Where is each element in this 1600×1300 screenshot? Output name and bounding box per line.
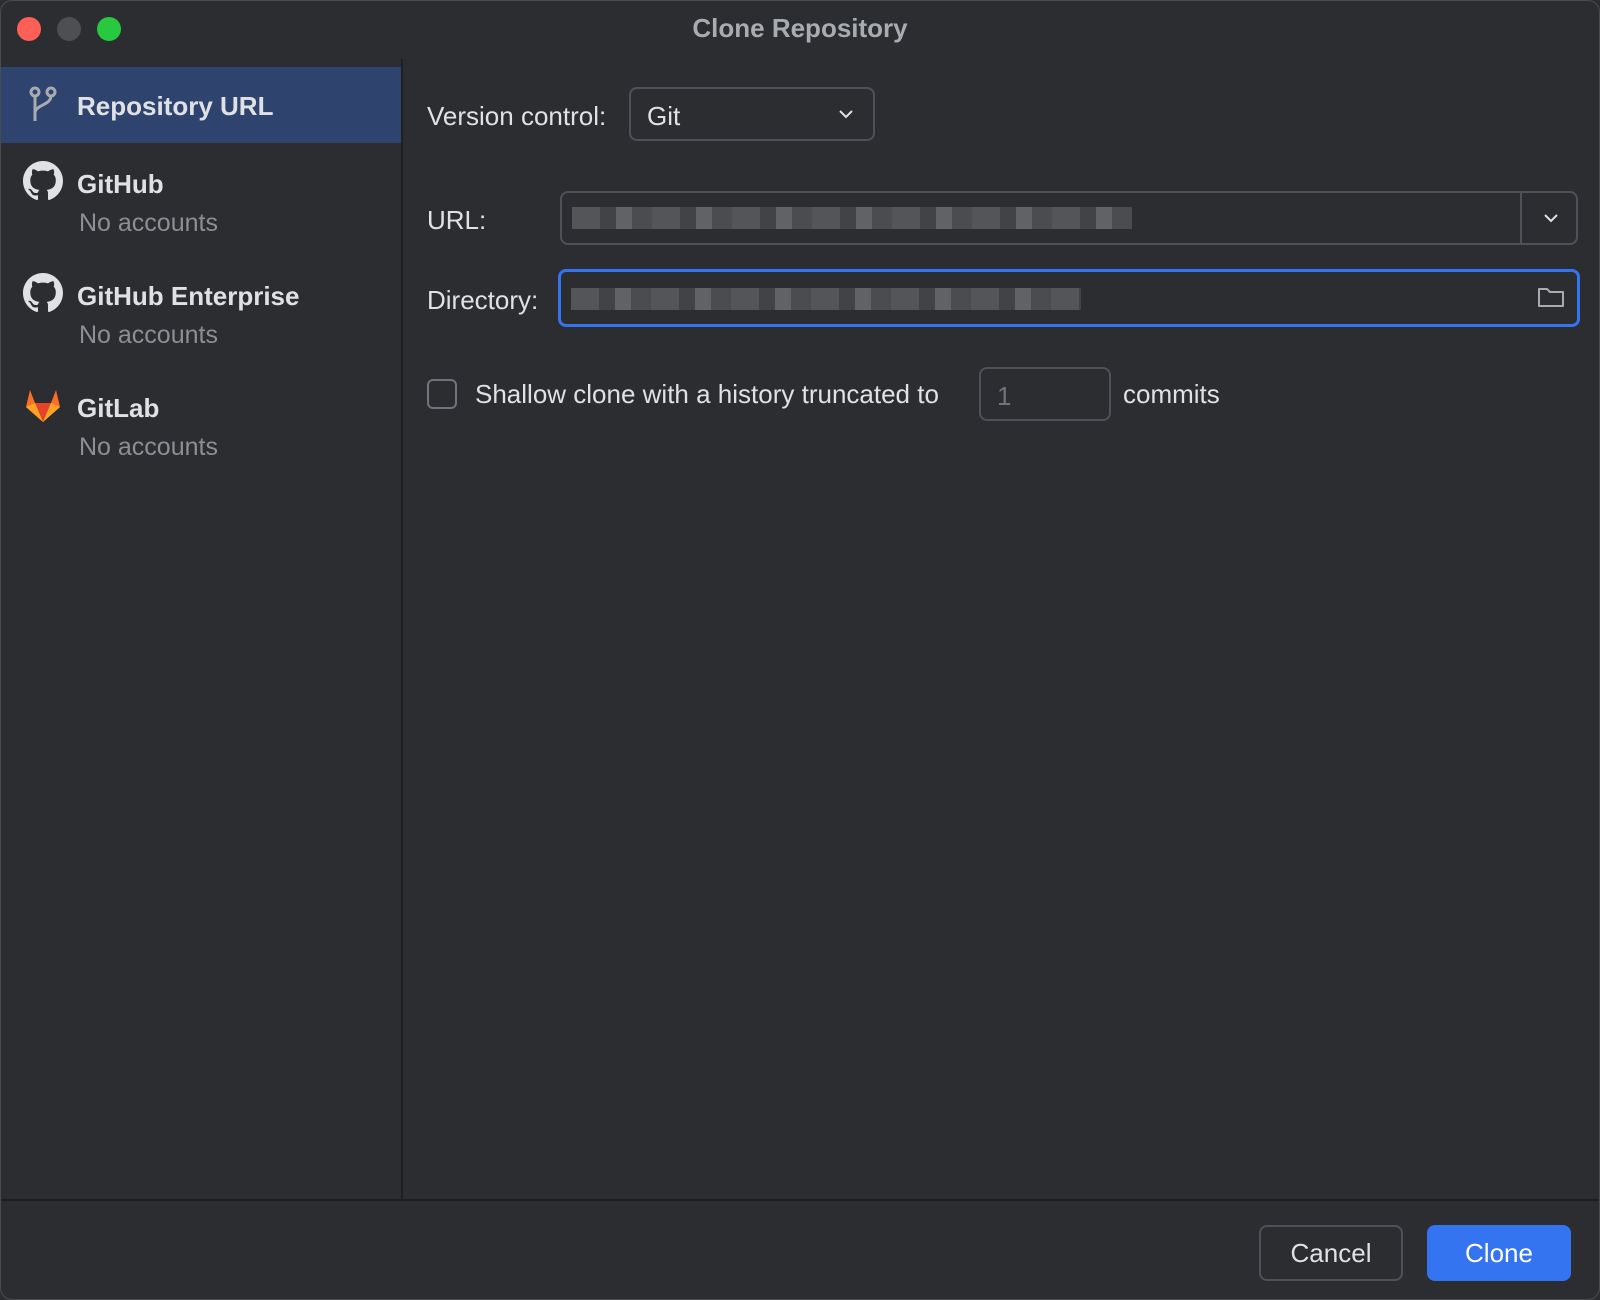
gitlab-icon (26, 390, 60, 422)
directory-field[interactable] (558, 269, 1580, 327)
github-icon (23, 273, 63, 313)
url-divider (1520, 193, 1522, 243)
branch-icon (29, 86, 57, 121)
sidebar-item-label: GitHub (77, 169, 164, 199)
sidebar-item-label: GitHub Enterprise (77, 281, 300, 311)
clone-form: Version control: Git URL: Directory: Sha… (403, 59, 1599, 1199)
redacted-directory-value (571, 288, 1081, 310)
folder-icon[interactable] (1537, 285, 1565, 309)
commits-label: commits (1123, 379, 1220, 409)
clone-button[interactable]: Clone (1427, 1225, 1571, 1281)
shallow-depth-value: 1 (997, 381, 1012, 411)
sidebar-item-github[interactable]: GitHub No accounts (1, 151, 401, 255)
version-control-select[interactable]: Git (629, 87, 875, 141)
sidebar-item-label: GitLab (77, 393, 160, 423)
version-control-label: Version control: (427, 101, 607, 131)
directory-label: Directory: (427, 285, 539, 315)
sidebar-item-gitlab[interactable]: GitLab No accounts (1, 375, 401, 479)
titlebar: Clone Repository (1, 1, 1599, 59)
sidebar: Repository URL GitHub No accounts GitHub… (1, 59, 403, 1199)
url-label: URL: (427, 205, 487, 235)
sidebar-item-repository-url[interactable]: Repository URL (1, 67, 401, 143)
version-control-value: Git (647, 101, 681, 131)
redacted-url-value (572, 207, 1132, 229)
chevron-down-icon (839, 110, 853, 119)
sidebar-item-github-enterprise[interactable]: GitHub Enterprise No accounts (1, 263, 401, 367)
sidebar-item-subtitle: No accounts (79, 321, 218, 349)
shallow-clone-label: Shallow clone with a history truncated t… (475, 379, 939, 409)
sidebar-item-subtitle: No accounts (79, 209, 218, 237)
github-icon (23, 161, 63, 201)
cancel-button[interactable]: Cancel (1259, 1225, 1403, 1281)
dialog-footer: Cancel Clone (1, 1199, 1599, 1299)
clone-repository-dialog: Clone Repository Repository URL GitHub N… (0, 0, 1600, 1300)
sidebar-item-label: Repository URL (77, 91, 274, 121)
chevron-down-icon[interactable] (1542, 209, 1560, 227)
shallow-clone-checkbox[interactable] (427, 379, 457, 409)
url-field[interactable] (560, 191, 1578, 245)
sidebar-item-subtitle: No accounts (79, 433, 218, 461)
window-title: Clone Repository (692, 13, 908, 43)
shallow-depth-input[interactable]: 1 (979, 367, 1111, 421)
